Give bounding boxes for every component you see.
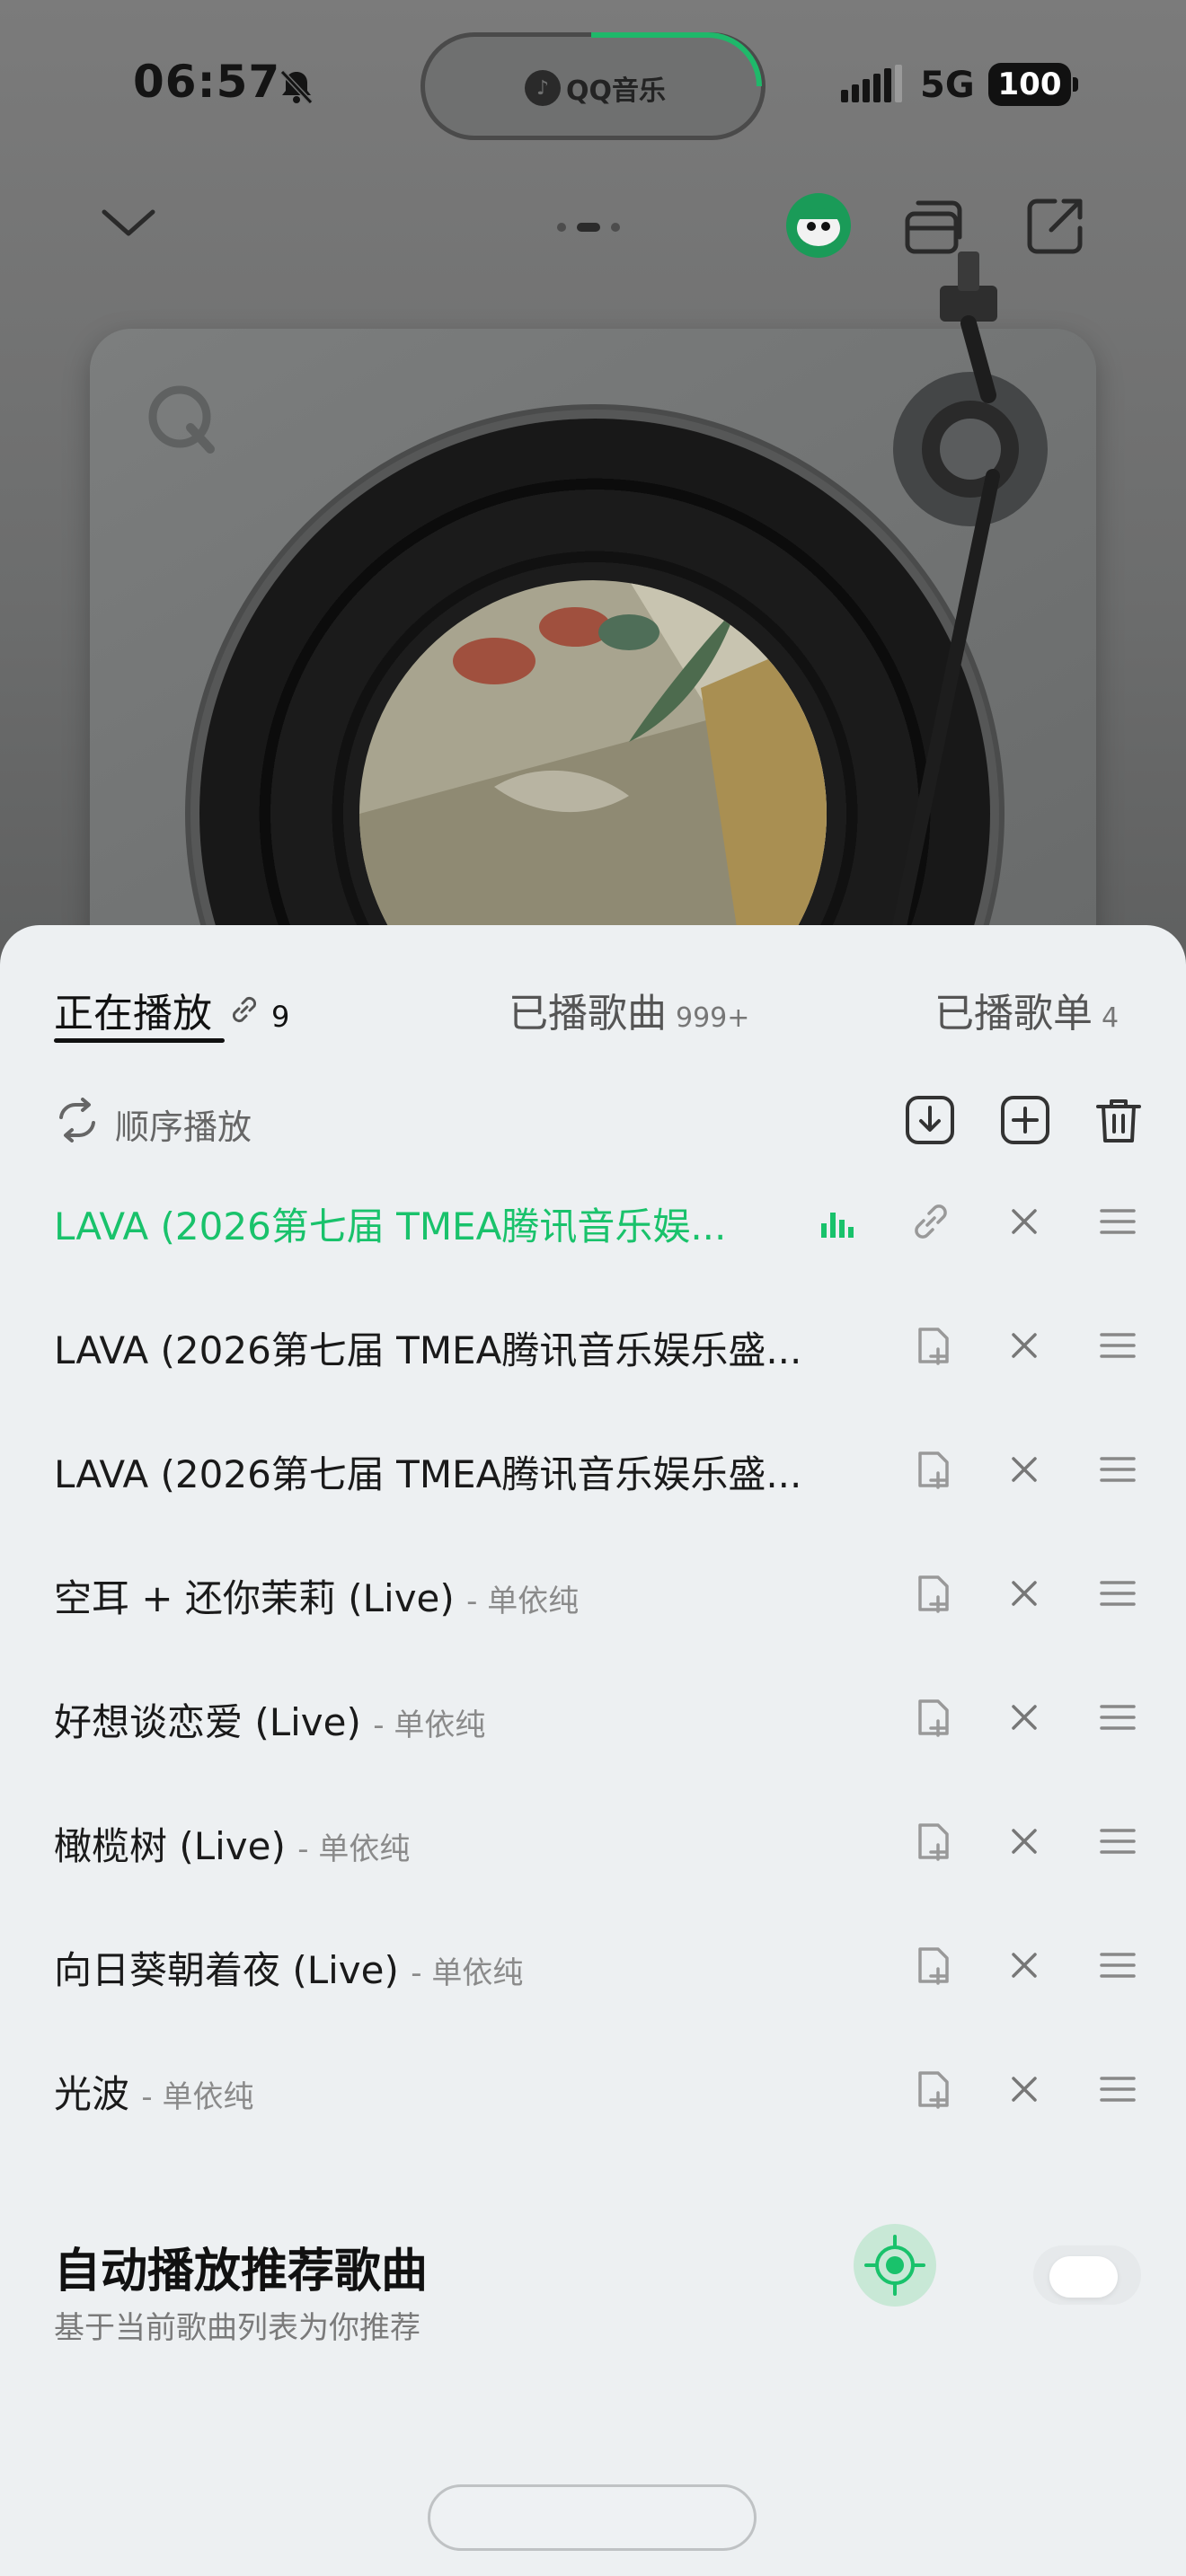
tab-played-songs-count: 999+	[676, 1002, 750, 1034]
tab-played-songs[interactable]: 已播歌曲 999+	[509, 981, 749, 1038]
network-label: 5G	[920, 65, 975, 106]
island-brand: ♪ QQ音乐	[525, 68, 666, 108]
drag-handle-icon[interactable]	[1094, 1942, 1141, 1989]
page-dot	[557, 223, 566, 232]
song-title-text: 空耳 + 还你茉莉 (Live)	[54, 1576, 455, 1620]
trash-icon[interactable]	[1093, 1094, 1145, 1146]
song-title-text: LAVA (2026第七届 TMEA腾讯音乐娱...	[54, 1204, 727, 1248]
song-title: 光波 - 单依纯	[54, 2064, 845, 2119]
tonearm	[887, 251, 1048, 959]
remove-close-icon[interactable]	[1001, 1942, 1048, 1989]
mascot-icon[interactable]	[785, 192, 852, 259]
add-to-playlist-icon[interactable]	[907, 1322, 954, 1369]
song-title-text: LAVA (2026第七届 TMEA腾讯音乐娱乐盛...	[54, 1452, 802, 1496]
autoplay-toggle-knob[interactable]	[1049, 2256, 1118, 2298]
drag-handle-icon[interactable]	[1094, 2066, 1141, 2113]
tab-active-underline	[54, 1038, 225, 1043]
song-artist: - 单依纯	[411, 1955, 524, 1991]
tab-played-songs-label: 已播歌曲	[509, 991, 667, 1037]
signal-icon	[841, 65, 902, 102]
song-artist: - 单依纯	[297, 1831, 411, 1867]
tab-now-playing-label: 正在播放	[54, 991, 212, 1037]
queue-row[interactable]: 好想谈恋爱 (Live) - 单依纯	[0, 1654, 1186, 1778]
radar-recommend-icon[interactable]	[854, 2224, 936, 2307]
chevron-down-icon[interactable]	[97, 199, 160, 244]
remove-close-icon[interactable]	[1001, 1570, 1048, 1617]
song-title: 向日葵朝着夜 (Live) - 单依纯	[54, 1940, 845, 1995]
song-artist: - 单依纯	[373, 1707, 486, 1743]
bell-muted-icon	[279, 69, 314, 105]
page-dot-active	[577, 223, 600, 232]
island-label: QQ音乐	[566, 75, 667, 107]
song-artist: - 单依纯	[141, 2079, 254, 2115]
add-to-playlist-icon[interactable]	[907, 2066, 954, 2113]
add-to-playlist-icon[interactable]	[999, 1094, 1051, 1146]
link-icon	[232, 996, 257, 1023]
drag-handle-icon[interactable]	[1094, 1446, 1141, 1493]
qq-music-emboss-icon	[148, 385, 215, 454]
playing-equalizer-icon	[821, 1213, 854, 1238]
add-to-playlist-icon[interactable]	[907, 1446, 954, 1493]
add-to-playlist-icon[interactable]	[907, 1818, 954, 1865]
queue-row[interactable]: 空耳 + 还你茉莉 (Live) - 单依纯	[0, 1531, 1186, 1654]
copy-link-icon[interactable]	[907, 1198, 954, 1245]
add-to-playlist-icon[interactable]	[907, 1942, 954, 1989]
song-title: LAVA (2026第七届 TMEA腾讯音乐娱乐盛...	[54, 1444, 845, 1499]
remove-close-icon[interactable]	[1001, 1818, 1048, 1865]
song-title: 空耳 + 还你茉莉 (Live) - 单依纯	[54, 1568, 845, 1623]
share-icon[interactable]	[1024, 194, 1087, 257]
song-title-text: LAVA (2026第七届 TMEA腾讯音乐娱乐盛...	[54, 1328, 802, 1372]
play-mode-label[interactable]: 顺序播放	[115, 1099, 252, 1149]
remove-close-icon[interactable]	[1001, 1694, 1048, 1741]
tab-played-playlists[interactable]: 已播歌单 4	[934, 981, 1119, 1038]
remove-close-icon[interactable]	[1001, 1446, 1048, 1493]
tab-played-playlists-count: 4	[1102, 1002, 1120, 1034]
song-title: 橄榄树 (Live) - 单依纯	[54, 1816, 845, 1871]
song-title-text: 橄榄树 (Live)	[54, 1824, 286, 1868]
queue-row[interactable]: LAVA (2026第七届 TMEA腾讯音乐娱乐盛...	[0, 1407, 1186, 1531]
drag-handle-icon[interactable]	[1094, 1198, 1141, 1245]
queue-row[interactable]: LAVA (2026第七届 TMEA腾讯音乐娱乐盛...	[0, 1283, 1186, 1407]
queue-row[interactable]: 光波 - 单依纯	[0, 2026, 1186, 2150]
qq-music-logo-icon: ♪	[525, 70, 561, 106]
drag-handle-icon[interactable]	[1094, 1570, 1141, 1617]
tab-now-playing-count: 9	[271, 1000, 290, 1034]
page-indicator	[557, 223, 620, 232]
remove-close-icon[interactable]	[1001, 1198, 1048, 1245]
song-title: LAVA (2026第七届 TMEA腾讯音乐娱...	[54, 1196, 773, 1251]
queue-row[interactable]: 向日葵朝着夜 (Live) - 单依纯	[0, 1902, 1186, 2026]
autoplay-subtitle: 基于当前歌曲列表为你推荐	[54, 2310, 420, 2346]
battery-tip	[1073, 77, 1078, 92]
song-title: LAVA (2026第七届 TMEA腾讯音乐娱乐盛...	[54, 1320, 845, 1375]
autoplay-title: 自动播放推荐歌曲	[54, 2245, 429, 2298]
queue-row-current[interactable]: LAVA (2026第七届 TMEA腾讯音乐娱...	[0, 1159, 1186, 1283]
page-dot	[611, 223, 620, 232]
drag-handle-icon[interactable]	[1094, 1694, 1141, 1741]
song-title-text: 向日葵朝着夜 (Live)	[54, 1948, 399, 1992]
home-indicator[interactable]	[428, 2484, 757, 2551]
song-title: 好想谈恋爱 (Live) - 单依纯	[54, 1692, 845, 1747]
drag-handle-icon[interactable]	[1094, 1322, 1141, 1369]
battery-indicator: 100	[988, 63, 1071, 106]
song-title-text: 光波	[54, 2072, 130, 2116]
remove-close-icon[interactable]	[1001, 2066, 1048, 2113]
status-time: 06:57	[133, 56, 281, 108]
repeat-order-icon[interactable]	[52, 1098, 102, 1142]
tab-now-playing[interactable]: 正在播放 9	[54, 981, 289, 1038]
download-icon[interactable]	[904, 1094, 956, 1146]
queue-row[interactable]: 橄榄树 (Live) - 单依纯	[0, 1778, 1186, 1902]
remove-close-icon[interactable]	[1001, 1322, 1048, 1369]
add-to-playlist-icon[interactable]	[907, 1570, 954, 1617]
song-title-text: 好想谈恋爱 (Live)	[54, 1700, 361, 1744]
song-artist: - 单依纯	[466, 1584, 580, 1619]
add-to-playlist-icon[interactable]	[907, 1694, 954, 1741]
drag-handle-icon[interactable]	[1094, 1818, 1141, 1865]
tab-played-playlists-label: 已播歌单	[934, 991, 1093, 1037]
skin-switch-icon[interactable]	[902, 194, 965, 257]
